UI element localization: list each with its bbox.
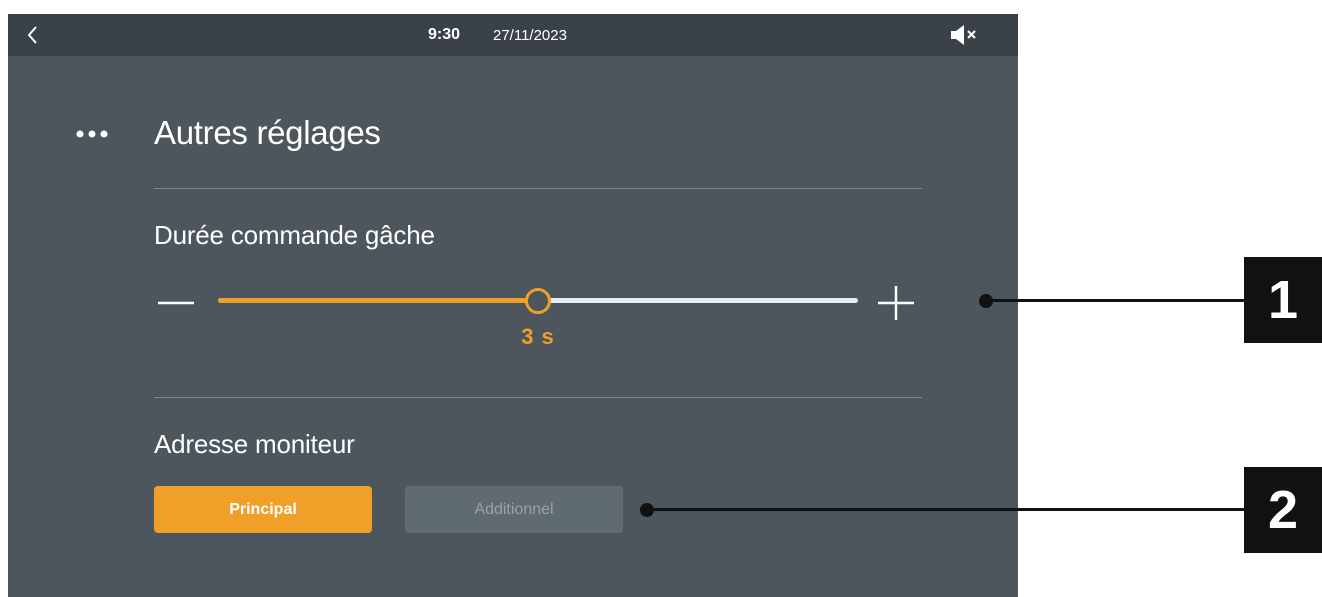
strike-duration-slider[interactable] (218, 288, 858, 314)
principal-button[interactable]: Principal (154, 486, 372, 533)
mute-button[interactable] (948, 23, 980, 47)
callout-line-1 (986, 299, 1244, 302)
speaker-muted-icon (951, 25, 976, 45)
slider-value: 3 s (521, 324, 555, 349)
status-time: 9:30 (428, 26, 461, 43)
decrease-button[interactable] (154, 284, 198, 324)
more-menu-button[interactable] (74, 126, 114, 142)
divider (154, 188, 922, 189)
callout-badge-1: 1 (1244, 257, 1322, 343)
slider-fill (218, 298, 538, 303)
more-dots-icon (76, 130, 108, 138)
monitor-address-label: Adresse moniteur (154, 429, 355, 459)
strike-duration-label: Durée commande gâche (154, 220, 435, 250)
slider-thumb[interactable] (525, 288, 551, 314)
callout-line-2 (647, 508, 1244, 511)
minus-icon (158, 301, 194, 305)
additionnel-button[interactable]: Additionnel (405, 486, 623, 533)
chevron-left-icon (27, 26, 37, 44)
page-title: Autres réglages (154, 114, 381, 151)
callout-badge-2: 2 (1244, 467, 1322, 553)
plus-icon (878, 286, 914, 320)
divider (154, 397, 922, 398)
back-button[interactable] (22, 23, 44, 47)
increase-button[interactable] (874, 284, 918, 324)
status-bar: 9:30 27/11/2023 (8, 14, 1018, 56)
status-date: 27/11/2023 (493, 27, 567, 44)
